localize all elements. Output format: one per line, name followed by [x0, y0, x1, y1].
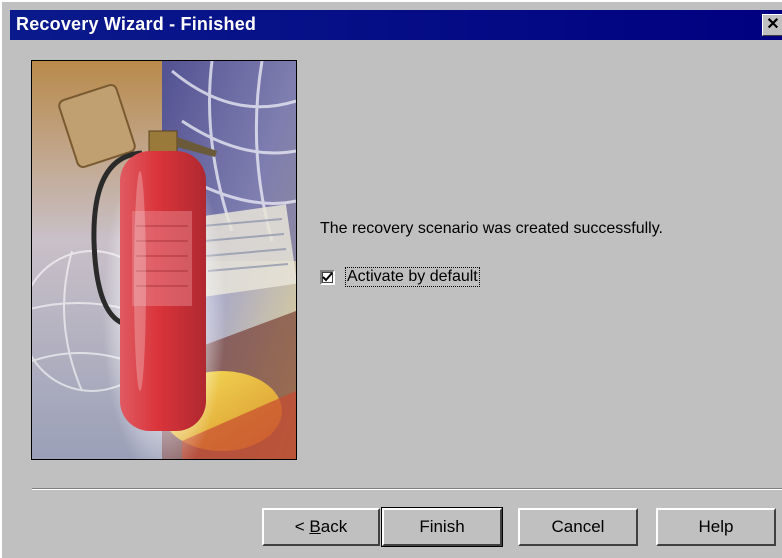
window-title: Recovery Wizard - Finished — [16, 14, 257, 34]
close-button[interactable]: ✕ — [762, 14, 782, 36]
cancel-button[interactable]: Cancel — [518, 508, 638, 546]
finish-label: Finish — [419, 517, 465, 536]
cancel-label: Cancel — [551, 517, 605, 536]
checkmark-icon — [322, 271, 333, 281]
fire-extinguisher-collage-icon — [32, 61, 296, 459]
help-button[interactable]: Help — [656, 508, 776, 546]
activate-by-default-option[interactable]: Activate by default — [320, 265, 480, 289]
activate-by-default-label[interactable]: Activate by default — [345, 267, 480, 287]
help-label: Help — [698, 517, 734, 536]
recovery-wizard-window: Recovery Wizard - Finished ✕ The recover… — [0, 0, 782, 558]
back-label: ack — [320, 517, 348, 536]
close-icon: ✕ — [766, 16, 780, 33]
button-separator — [32, 488, 782, 490]
back-button[interactable]: < Back — [262, 508, 380, 546]
success-message: The recovery scenario was created succes… — [320, 220, 663, 237]
wizard-illustration — [31, 60, 297, 460]
back-mnemonic: B — [309, 517, 321, 536]
activate-by-default-checkbox[interactable] — [320, 269, 335, 285]
title-bar[interactable]: Recovery Wizard - Finished ✕ — [10, 10, 782, 40]
finish-button[interactable]: Finish — [381, 507, 503, 547]
back-arrow: < — [294, 517, 305, 536]
